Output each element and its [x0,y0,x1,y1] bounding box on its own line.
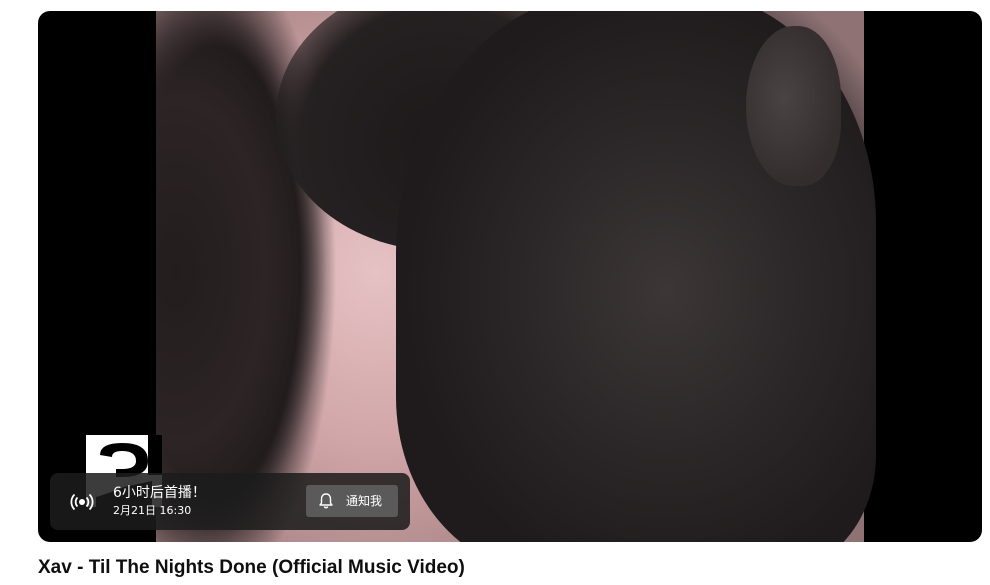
premiere-datetime: 2月21日 16:30 [113,504,192,517]
video-title[interactable]: Xav - Til The Nights Done (Official Musi… [38,556,465,580]
premiere-banner: 6小时后首播！ 2月21日 16:30 通知我 [50,473,410,530]
video-thumbnail [156,11,876,542]
thumbnail-ear [746,26,841,186]
video-player[interactable]: 6小时后首播！ 2月21日 16:30 通知我 [38,11,982,542]
notify-me-button[interactable]: 通知我 [306,485,398,517]
premiere-countdown: 6小时后首播！ [113,485,206,501]
notify-me-label: 通知我 [346,494,383,508]
bell-icon [319,493,333,509]
live-broadcast-icon [70,493,94,511]
